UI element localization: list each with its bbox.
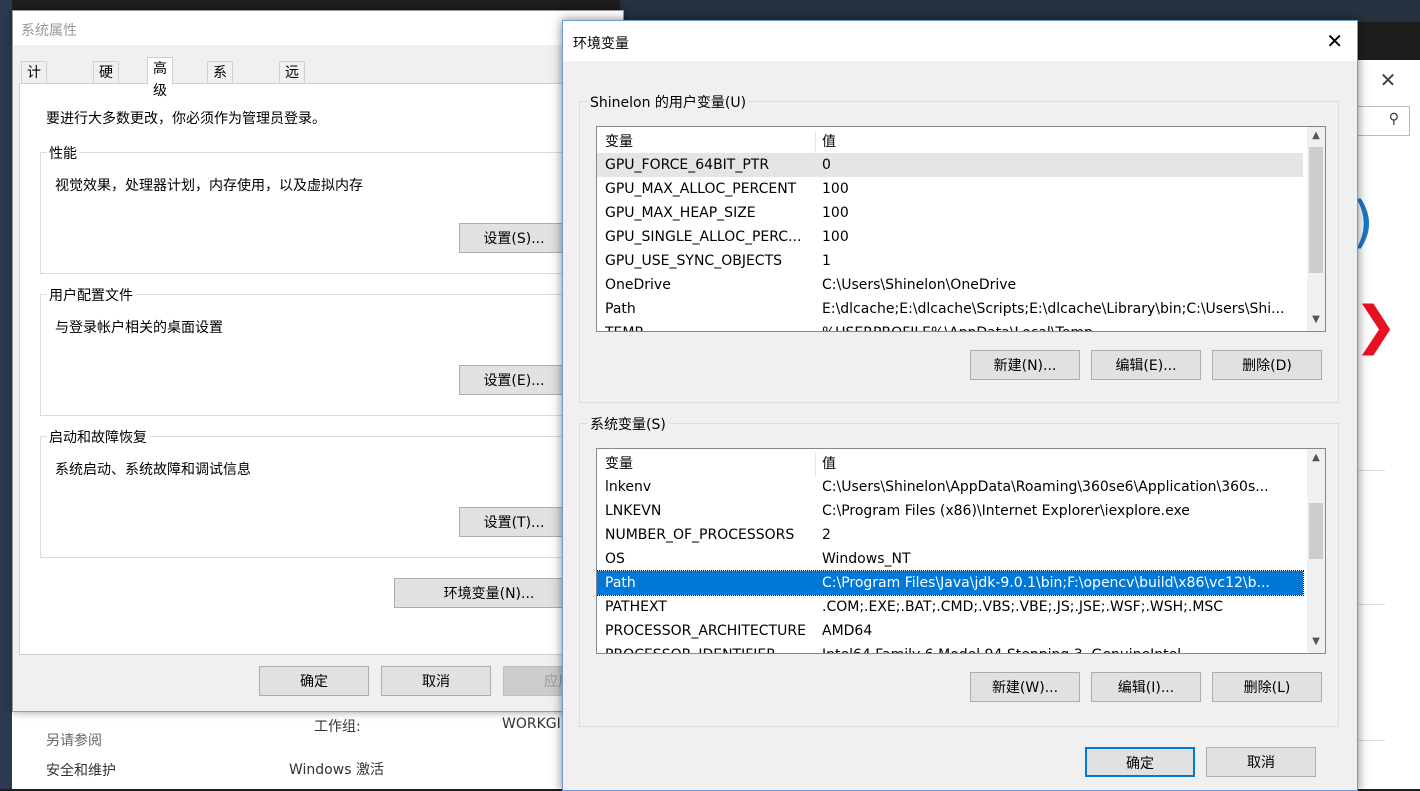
system-variables-list[interactable]: 变量 值 lnkenv C:\Users\Shinelon\AppData\Roa… [596,448,1326,654]
list-header: 变量 值 [597,127,1307,155]
table-row[interactable]: OneDrive C:\Users\Shinelon\OneDrive [597,273,1303,297]
tab-computer-name[interactable]: 计算机名 [21,61,47,147]
table-row[interactable]: OS Windows_NT [597,547,1303,571]
security-link[interactable]: 安全和维护 [46,760,116,780]
title-bar: 系统属性 [13,11,623,45]
environment-variables-button[interactable]: 环境变量(N)... [394,578,584,608]
workgroup-label: 工作组: [314,719,361,735]
table-row[interactable]: GPU_MAX_ALLOC_PERCENT 100 [597,177,1303,201]
performance-group: 性能 视觉效果，处理器计划，内存使用，以及虚拟内存 设置(S)... [40,143,612,274]
desktop-taskbar-icons [620,0,1420,22]
system-properties-window: 系统属性 计算机名 硬件 高级 系统保护 远程 要进行大多数更改，你必须作为管理… [12,10,624,712]
table-row-selected[interactable]: Path C:\Program Files\Java\jdk-9.0.1\bin;… [597,570,1304,596]
user-variables-title: Shinelon 的用户变量(U) [588,92,749,112]
cancel-button[interactable]: 取消 [1206,747,1316,777]
cancel-button[interactable]: 取消 [381,666,491,696]
user-variables-list[interactable]: 变量 值 GPU_FORCE_64BIT_PTR 0 GPU_MAX_ALLOC_… [596,126,1326,332]
system-variables-title: 系统变量(S) [588,414,668,434]
close-icon[interactable]: ✕ [1378,70,1398,90]
table-row[interactable]: PROCESSOR_ARCHITECTURE AMD64 [597,619,1303,643]
table-row[interactable]: PATHEXT .COM;.EXE;.BAT;.CMD;.VBS;.VBE;.JS… [597,595,1303,619]
tab-hardware[interactable]: 硬件 [93,61,119,103]
startup-recovery-group: 启动和故障恢复 系统启动、系统故障和调试信息 设置(T)... [40,427,612,558]
scrollbar-thumb[interactable] [1309,503,1323,559]
tab-panel-advanced: 要进行大多数更改，你必须作为管理员登录。 性能 视觉效果，处理器计划，内存使用，… [19,83,623,655]
list-header: 变量 值 [597,449,1307,477]
table-row[interactable]: lnkenv C:\Users\Shinelon\AppData\Roaming\… [597,475,1303,499]
group-description: 视觉效果，处理器计划，内存使用，以及虚拟内存 [55,178,363,194]
user-delete-button[interactable]: 删除(D) [1212,350,1322,380]
system-variables-group: 系统变量(S) 变量 值 lnkenv C:\Users\Shinelon\App… [579,414,1339,727]
table-row[interactable]: GPU_USE_SYNC_OBJECTS 1 [597,249,1303,273]
column-divider [815,453,816,477]
title-bar: 环境变量 ✕ [563,21,1357,61]
table-row[interactable]: PROCESSOR_IDENTIFIERIntel64 Family 6 Mod… [597,643,1303,653]
user-profile-group: 用户配置文件 与登录帐户相关的桌面设置 设置(E)... [40,285,612,416]
activation-link[interactable]: Windows 激活 [289,759,384,779]
column-header-name[interactable]: 变量 [605,453,633,473]
close-icon[interactable]: ✕ [1326,29,1343,53]
group-description: 系统启动、系统故障和调试信息 [55,462,251,478]
group-title: 用户配置文件 [47,285,135,305]
table-row[interactable]: NUMBER_OF_PROCESSORS 2 [597,523,1303,547]
window-title: 系统属性 [21,23,77,39]
environment-variables-window: 环境变量 ✕ Shinelon 的用户变量(U) 变量 值 GPU_FORCE_… [562,20,1358,791]
user-new-button[interactable]: 新建(N)... [970,350,1080,380]
system-new-button[interactable]: 新建(W)... [970,672,1080,702]
chevron-down-icon[interactable]: ▼ [1307,311,1325,329]
column-header-value[interactable]: 值 [822,131,836,151]
window-title: 环境变量 [573,36,629,52]
table-row[interactable]: LNKEVN C:\Program Files (x86)\Internet Ex… [597,499,1303,523]
tab-remote[interactable]: 远程 [279,61,305,103]
scrollbar-thumb[interactable] [1309,147,1323,273]
tab-system-protection[interactable]: 系统保护 [207,61,233,147]
workgroup-value: WORKGI [502,716,561,732]
chevron-down-icon[interactable]: ▼ [1307,633,1325,651]
user-edit-button[interactable]: 编辑(E)... [1091,350,1201,380]
group-description: 与登录帐户相关的桌面设置 [55,320,223,336]
scrollbar[interactable]: ▲ ▼ [1307,449,1325,653]
scrollbar[interactable]: ▲ ▼ [1307,127,1325,331]
chevron-right-icon: ❯ [1354,296,1398,356]
admin-note: 要进行大多数更改，你必须作为管理员登录。 [46,111,326,127]
column-header-value[interactable]: 值 [822,453,836,473]
system-edit-button[interactable]: 编辑(I)... [1091,672,1201,702]
see-also-label: 另请参阅 [46,733,102,749]
performance-settings-button[interactable]: 设置(S)... [459,223,569,253]
table-row[interactable]: GPU_FORCE_64BIT_PTR 0 [597,153,1303,177]
ok-button[interactable]: 确定 [1085,747,1195,777]
table-row[interactable]: GPU_MAX_HEAP_SIZE 100 [597,201,1303,225]
table-row[interactable]: Path E:\dlcache;E:\dlcache\Scripts;E:\dlc… [597,297,1303,321]
user-variables-group: Shinelon 的用户变量(U) 变量 值 GPU_FORCE_64BIT_P… [579,92,1339,403]
search-icon: ⚲ [1388,111,1399,127]
tab-advanced[interactable]: 高级 [147,57,173,99]
user-profile-settings-button[interactable]: 设置(E)... [459,365,569,395]
startup-recovery-settings-button[interactable]: 设置(T)... [459,507,569,537]
group-title: 性能 [47,143,79,163]
table-row[interactable]: GPU_SINGLE_ALLOC_PERC... 100 [597,225,1303,249]
chevron-up-icon[interactable]: ▲ [1307,449,1325,467]
column-header-name[interactable]: 变量 [605,131,633,151]
desktop-background [0,0,12,789]
system-delete-button[interactable]: 删除(L) [1212,672,1322,702]
group-title: 启动和故障恢复 [47,427,149,447]
chevron-up-icon[interactable]: ▲ [1307,127,1325,145]
ok-button[interactable]: 确定 [259,666,369,696]
table-row[interactable]: TEMP%USERPROFILE%\AppData\Local\Temp [597,321,1303,331]
column-divider [815,131,816,155]
